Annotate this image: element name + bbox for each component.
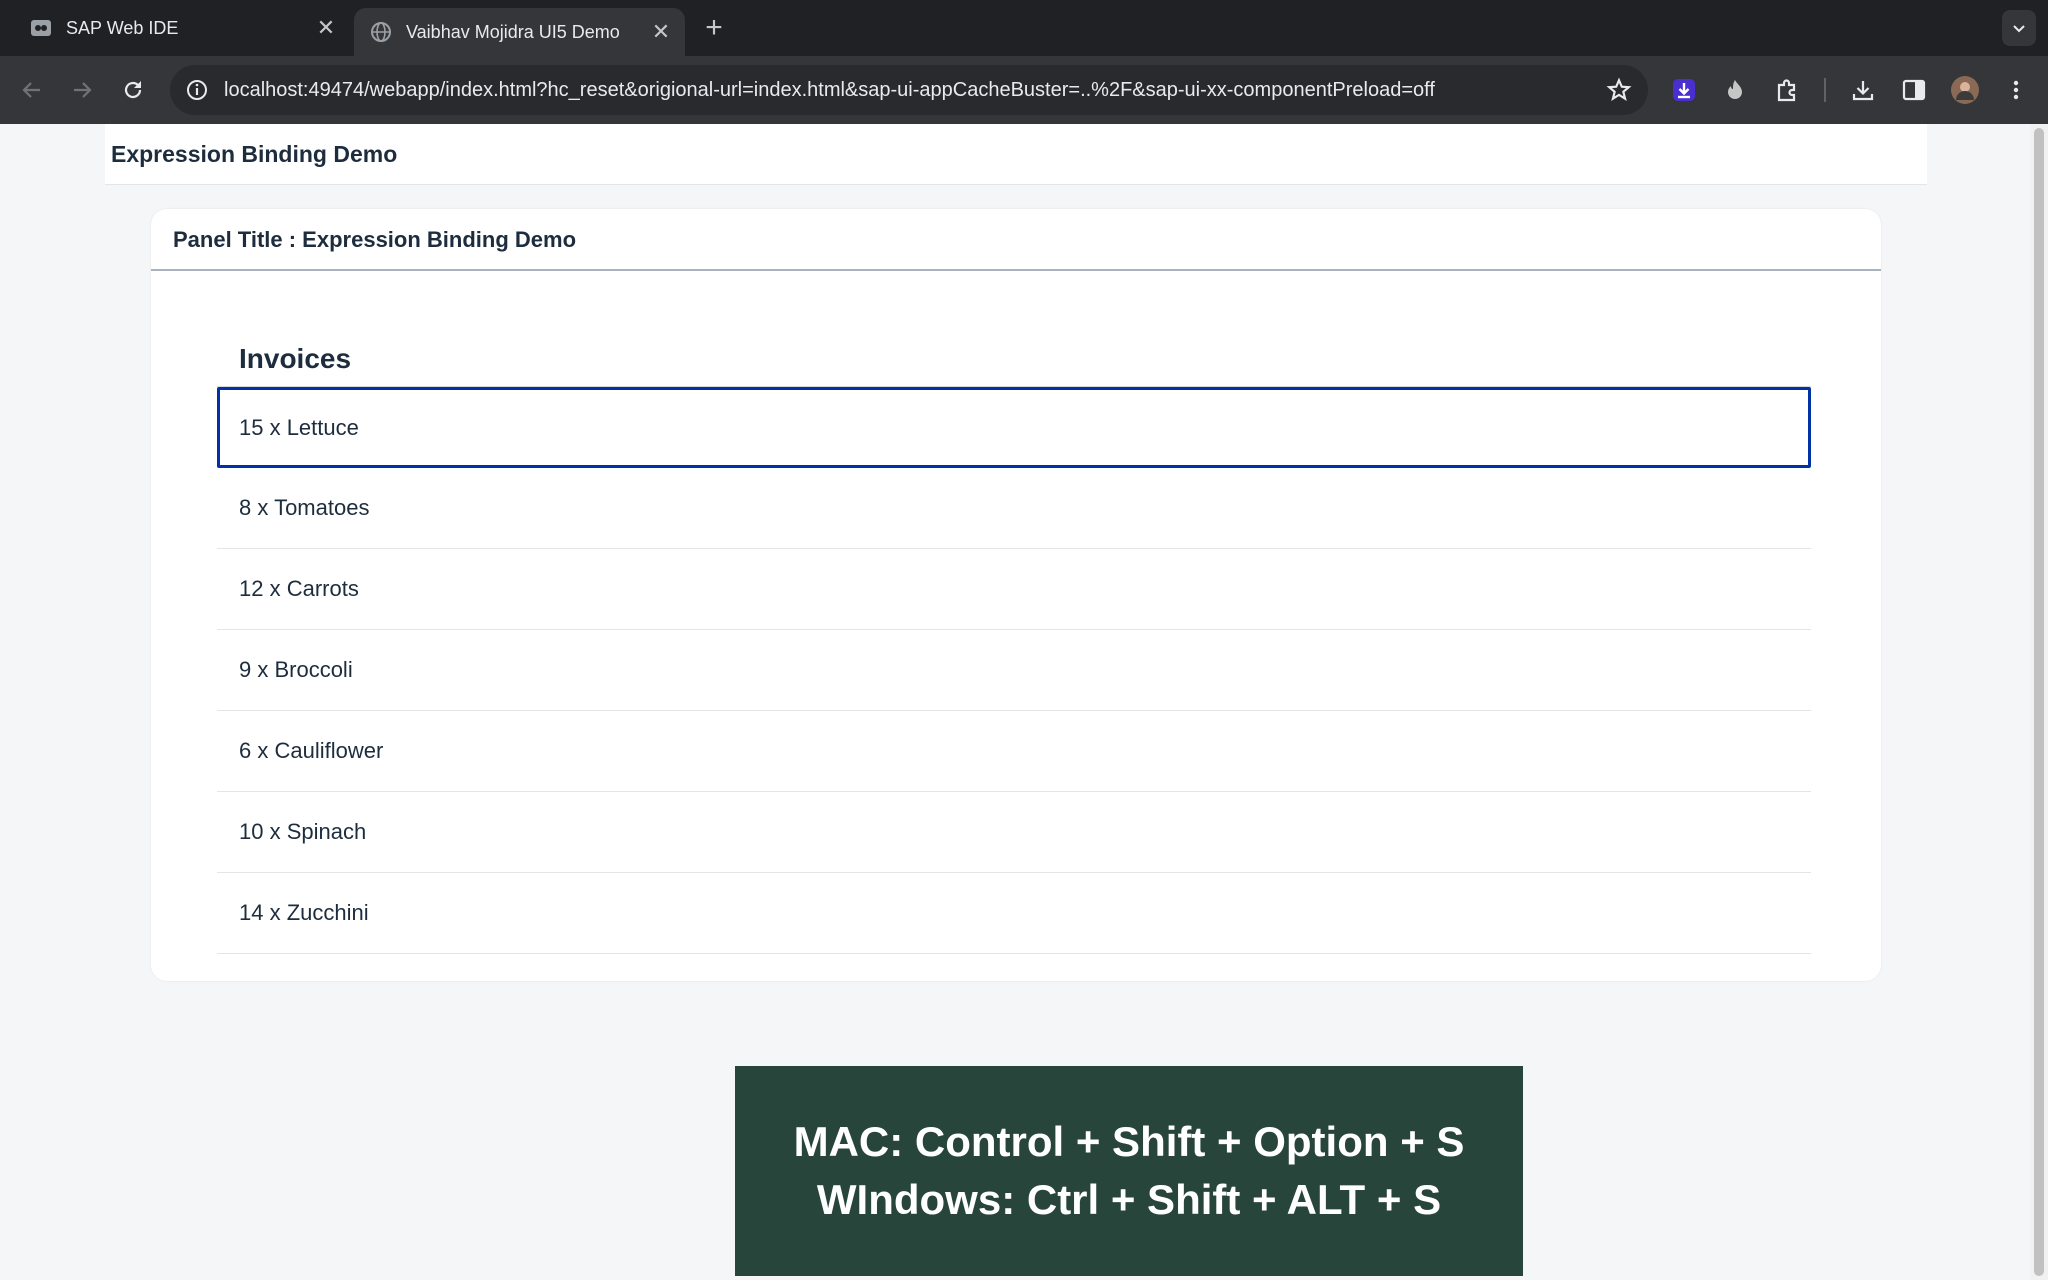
list-item-label: 14 x Zucchini	[239, 900, 369, 925]
sap-web-ide-icon	[30, 17, 52, 39]
tab-sap-web-ide[interactable]: SAP Web IDE ✕	[14, 0, 350, 56]
list-item[interactable]: 14 x Zucchini	[217, 873, 1811, 954]
browser-tabstrip: SAP Web IDE ✕ Vaibhav Mojidra UI5 Demo ✕…	[0, 0, 2048, 56]
invoice-list: Invoices 15 x Lettuce 8 x Tomatoes 12 x …	[217, 325, 1811, 954]
panel-title: Panel Title : Expression Binding Demo	[173, 227, 577, 252]
shortcut-windows: WIndows: Ctrl + Shift + ALT + S	[816, 1176, 1442, 1223]
back-arrow-icon[interactable]	[16, 74, 48, 106]
list-item[interactable]: 9 x Broccoli	[217, 630, 1811, 711]
page-scrollbar[interactable]	[2030, 124, 2048, 1280]
browser-toolbar: localhost:49474/webapp/index.html?hc_res…	[0, 56, 2048, 124]
forward-arrow-icon[interactable]	[66, 74, 98, 106]
tab-title: Vaibhav Mojidra UI5 Demo	[406, 21, 620, 42]
list-item[interactable]: 12 x Carrots	[217, 549, 1811, 630]
page-viewport: Expression Binding Demo Panel Title : Ex…	[0, 124, 2048, 1280]
extensions-puzzle-icon[interactable]	[1771, 74, 1803, 106]
tab-title: SAP Web IDE	[66, 17, 179, 38]
shortcut-mac: MAC: Control + Shift + Option + S	[793, 1118, 1465, 1165]
ui5-app: Expression Binding Demo Panel Title : Ex…	[105, 124, 1927, 1280]
list-item-label: 8 x Tomatoes	[239, 495, 370, 520]
list-item-label: 9 x Broccoli	[239, 657, 353, 682]
app-header: Expression Binding Demo	[105, 124, 1927, 185]
shortcut-overlay: MAC: Control + Shift + Option + S WIndow…	[735, 1066, 1523, 1276]
side-panel-icon[interactable]	[1898, 74, 1930, 106]
tab-vaibhav-demo[interactable]: Vaibhav Mojidra UI5 Demo ✕	[354, 8, 685, 56]
list-item[interactable]: 6 x Cauliflower	[217, 711, 1811, 792]
tab-search-chevron-down-icon[interactable]	[2002, 10, 2036, 46]
list-header: Invoices	[217, 325, 1811, 387]
list-item-label: 15 x Lettuce	[239, 415, 359, 440]
menu-kebab-icon[interactable]	[2000, 74, 2032, 106]
new-tab-icon[interactable]: +	[700, 11, 728, 44]
panel-header: Panel Title : Expression Binding Demo	[151, 209, 1881, 271]
list-item-label: 6 x Cauliflower	[239, 738, 384, 763]
downloads-icon[interactable]	[1847, 74, 1879, 106]
extension-flame-icon[interactable]	[1719, 74, 1751, 106]
profile-avatar-icon[interactable]	[1949, 74, 1981, 106]
globe-icon	[370, 21, 392, 43]
app-title: Expression Binding Demo	[111, 141, 398, 167]
url-text: localhost:49474/webapp/index.html?hc_res…	[224, 79, 1435, 101]
list-item[interactable]: 8 x Tomatoes	[217, 468, 1811, 549]
list-item[interactable]: 15 x Lettuce	[217, 387, 1811, 468]
list-item-label: 10 x Spinach	[239, 819, 367, 844]
download-extension-icon[interactable]	[1668, 74, 1700, 106]
bookmark-star-icon[interactable]	[1606, 77, 1632, 103]
toolbar-divider	[1824, 78, 1826, 102]
close-icon[interactable]: ✕	[647, 18, 675, 46]
list-item[interactable]: 10 x Spinach	[217, 792, 1811, 873]
reload-icon[interactable]	[117, 74, 149, 106]
site-info-icon[interactable]	[184, 77, 210, 103]
address-bar[interactable]: localhost:49474/webapp/index.html?hc_res…	[170, 65, 1648, 115]
close-icon[interactable]: ✕	[312, 14, 340, 42]
panel: Panel Title : Expression Binding Demo In…	[151, 209, 1881, 981]
list-header-title: Invoices	[239, 343, 352, 374]
scrollbar-thumb[interactable]	[2034, 128, 2044, 1276]
list-item-label: 12 x Carrots	[239, 576, 359, 601]
